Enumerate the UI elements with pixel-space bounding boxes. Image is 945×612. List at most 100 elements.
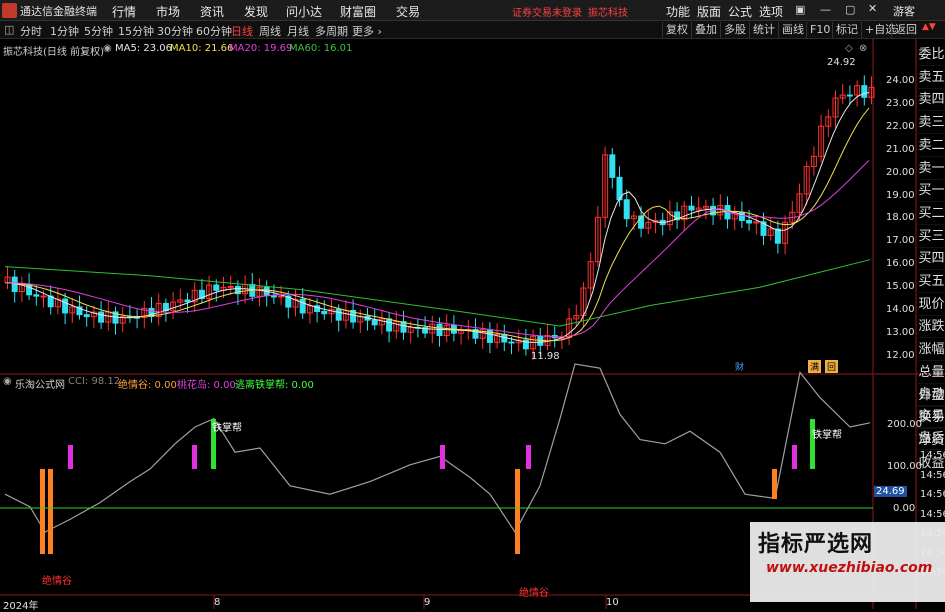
- tiezhang-label-2: 铁掌帮: [812, 430, 842, 441]
- price-tick: 17.00: [886, 235, 915, 247]
- menu-quotes[interactable]: 行情: [112, 3, 136, 20]
- menu-bar: 通达信金融终端 行情 市场 资讯 发现 问小达 财富圈 交易 证券交易未登录 振…: [0, 0, 945, 21]
- cci-current-label: 24.69: [874, 486, 907, 497]
- finance-marker[interactable]: 财: [733, 360, 746, 373]
- tiezhangbang-value: 逃离铁掌帮: 0.00: [235, 380, 314, 391]
- jueqing-bar: [772, 469, 777, 499]
- menu-icon[interactable]: ▣: [795, 3, 805, 16]
- menu-formula[interactable]: 公式: [728, 3, 752, 20]
- menu-discover[interactable]: 发现: [244, 3, 268, 20]
- jueqinggu-value: 绝情谷: 0.00: [118, 380, 177, 391]
- candle-body: [40, 295, 47, 298]
- collapse-icon[interactable]: ◫: [4, 23, 14, 36]
- taohua-bar: [440, 445, 445, 469]
- multi-stock-button[interactable]: 多股: [720, 22, 749, 38]
- menu-ask[interactable]: 问小达: [286, 3, 322, 20]
- side-tab[interactable]: 总量: [918, 361, 945, 384]
- jueqing-label-2: 绝情谷: [519, 588, 549, 599]
- stock-name-tag: 振芯科技: [588, 8, 628, 19]
- side-tab[interactable]: 卖二: [918, 134, 945, 157]
- period-toolbar: ◫ 分时 1分钟 5分钟 15分钟 30分钟 60分钟 日线 周线 月线 多周期…: [0, 21, 945, 39]
- draw-line-button[interactable]: 画线: [778, 22, 807, 38]
- side-tab[interactable]: 交易: [918, 405, 945, 428]
- zoom-indicator-icon: ▲▼: [922, 22, 936, 32]
- mark-button[interactable]: 标记: [832, 22, 861, 38]
- period-weekly[interactable]: 周线: [259, 23, 281, 39]
- period-60min[interactable]: 60分钟: [196, 23, 232, 39]
- menu-market[interactable]: 市场: [156, 3, 180, 20]
- side-tab[interactable]: 现价: [918, 293, 945, 316]
- back-marker[interactable]: 回: [825, 360, 839, 373]
- side-tab[interactable]: 卖四: [918, 88, 945, 112]
- period-tick[interactable]: 分时: [20, 23, 42, 39]
- price-tick: 23.00: [886, 97, 915, 109]
- period-daily[interactable]: 日线: [231, 23, 253, 39]
- indicator-settings-icon[interactable]: ◉: [3, 376, 12, 387]
- menu-wealth[interactable]: 财富圈: [340, 3, 376, 20]
- jueqing-bar: [40, 469, 45, 554]
- candle-body: [98, 311, 105, 323]
- period-1min[interactable]: 1分钟: [50, 23, 79, 39]
- side-tab[interactable]: 卖三: [918, 111, 945, 135]
- jueqing-label-1: 绝情谷: [42, 576, 72, 587]
- period-multi[interactable]: 多周期: [315, 23, 348, 39]
- side-tab[interactable]: 涨幅: [918, 338, 945, 362]
- side-tab[interactable]: 涨跌: [918, 315, 945, 339]
- side-tab[interactable]: 卖五: [918, 66, 945, 89]
- trade-time: 14:56: [920, 450, 945, 461]
- guest-user[interactable]: 游客: [893, 3, 915, 19]
- price-tick: 12.00: [886, 349, 915, 361]
- side-tab[interactable]: 买四: [918, 247, 945, 271]
- period-30min[interactable]: 30分钟: [157, 23, 193, 39]
- candle-body: [213, 284, 220, 291]
- side-tab[interactable]: 买五: [918, 270, 945, 293]
- ma-line: [4, 159, 870, 338]
- menu-layout[interactable]: 版面: [697, 3, 721, 20]
- x-axis-year: 2024年: [3, 601, 39, 612]
- price-tick: 21.00: [886, 143, 915, 155]
- panel-diamond-icon[interactable]: ◇: [845, 43, 853, 54]
- period-monthly[interactable]: 月线: [287, 23, 309, 39]
- side-tab[interactable]: 自动: [918, 383, 945, 406]
- menu-trade[interactable]: 交易: [396, 3, 420, 20]
- stock-title: 振芯科技(日线 前复权): [3, 47, 104, 58]
- period-more[interactable]: 更多 ›: [352, 23, 382, 39]
- settings-icon[interactable]: ◉: [103, 43, 112, 54]
- login-warning[interactable]: 证券交易未登录: [512, 4, 582, 19]
- side-tab[interactable]: 委比: [918, 43, 945, 66]
- back-button[interactable]: 返回: [891, 22, 920, 38]
- menu-function[interactable]: 功能: [666, 3, 690, 20]
- menu-options[interactable]: 选项: [759, 3, 783, 20]
- candle-body: [321, 310, 328, 315]
- candle-body: [508, 341, 515, 344]
- side-tab[interactable]: 买一: [918, 179, 945, 203]
- menu-news[interactable]: 资讯: [200, 3, 224, 20]
- period-5min[interactable]: 5分钟: [84, 23, 113, 39]
- side-tab[interactable]: 卖一: [918, 157, 945, 180]
- period-15min[interactable]: 15分钟: [118, 23, 154, 39]
- panel-close-icon[interactable]: ⊗: [859, 43, 867, 54]
- f10-button[interactable]: F10: [806, 22, 833, 38]
- taohua-bar: [192, 445, 197, 469]
- candle-body: [299, 298, 306, 314]
- maximize-icon[interactable]: ▢: [845, 3, 855, 16]
- close-icon[interactable]: ✕: [868, 2, 877, 15]
- full-marker[interactable]: 满: [808, 360, 822, 373]
- adjust-button[interactable]: 复权: [662, 22, 691, 38]
- side-tab[interactable]: 买三: [918, 225, 945, 248]
- minimize-icon[interactable]: —: [820, 3, 831, 16]
- candle-body: [371, 319, 378, 326]
- tiezhang-label-1: 铁掌帮: [212, 423, 242, 434]
- side-tab[interactable]: 盘后: [918, 427, 945, 450]
- x-axis-sep: 9: [424, 597, 431, 608]
- overlay-button[interactable]: 叠加: [691, 22, 720, 38]
- price-tick: 20.00: [886, 166, 915, 178]
- candle-body: [278, 295, 285, 298]
- stats-button[interactable]: 统计: [749, 22, 778, 38]
- price-tick: 14.00: [886, 304, 915, 315]
- side-tab[interactable]: 买二: [918, 202, 945, 225]
- cci-value: CCI: 98.12: [68, 376, 121, 387]
- ma20-value: MA20: 19.69: [229, 43, 293, 54]
- taohua-bar: [68, 445, 73, 469]
- watermark-url: www.xuezhibiao.com: [766, 560, 933, 576]
